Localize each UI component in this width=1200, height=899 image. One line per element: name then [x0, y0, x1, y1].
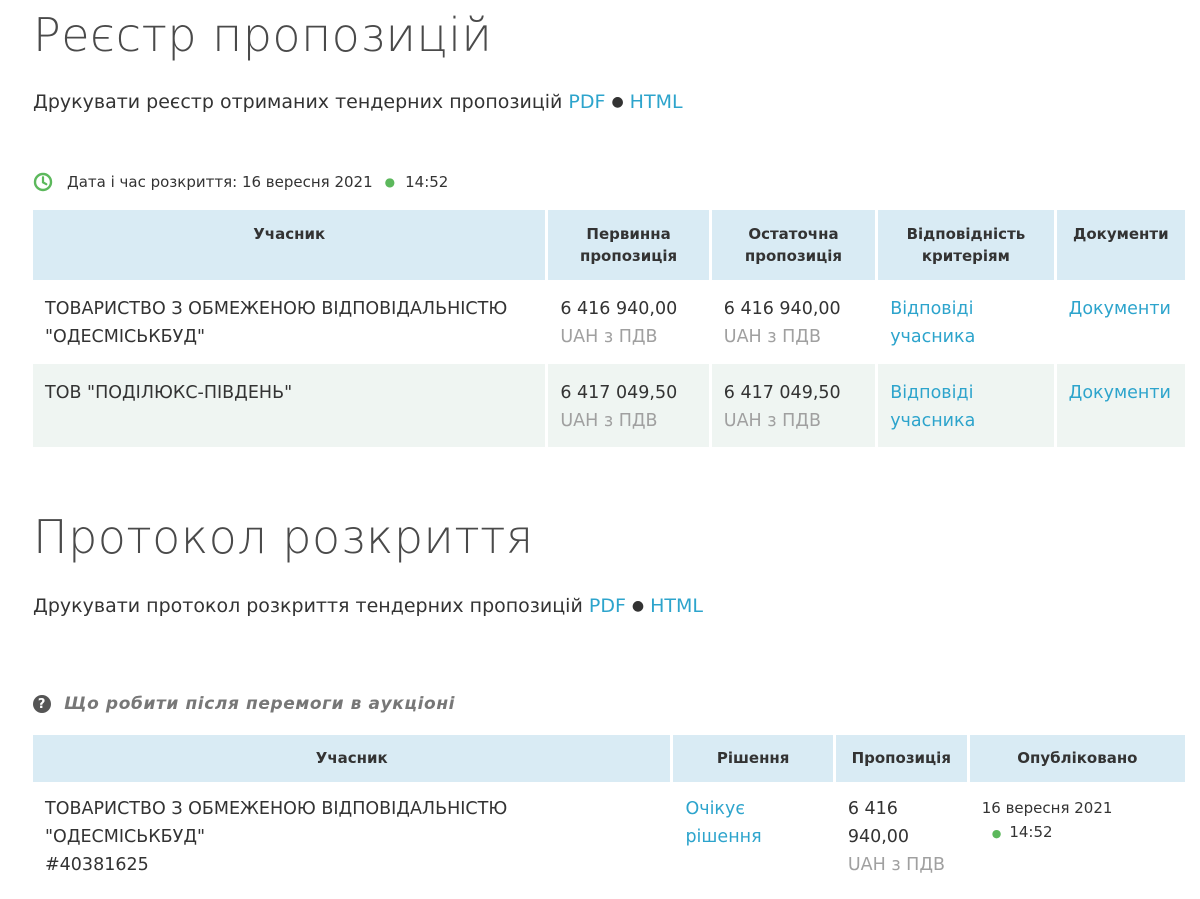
opening-time: 14:52 [405, 173, 449, 191]
header-criteria: Відповідність критеріям [878, 210, 1054, 280]
participant-name: ТОВАРИСТВО З ОБМЕЖЕНОЮ ВІДПОВІДАЛЬНІСТЮ … [45, 299, 508, 348]
participant-code: #40381625 [45, 855, 149, 876]
protocol-header-row: Учасник Рішення Пропозиція Опубліковано [33, 735, 1185, 782]
published-cell: 16 вересня 2021 ● 14:52 [970, 782, 1185, 892]
documents-cell: Документи [1056, 363, 1185, 448]
final-offer-unit: UAH з ПДВ [723, 411, 821, 432]
header-final-offer: Остаточна пропозиція [711, 210, 876, 280]
header-participant: Учасник [33, 735, 671, 782]
register-html-link[interactable]: HTML [630, 91, 683, 113]
register-print-line: Друкувати реєстр отриманих тендерних про… [33, 91, 683, 113]
protocol-title: Протокол розкриття [33, 510, 534, 564]
final-offer-value: 6 417 049,50 [723, 382, 841, 403]
green-dot: ● [384, 175, 396, 189]
header-published: Опубліковано [969, 735, 1185, 782]
published-time-line: ● 14:52 [982, 820, 1173, 844]
initial-offer-unit: UAH з ПДВ [560, 411, 658, 432]
protocol-html-link[interactable]: HTML [650, 595, 703, 617]
header-decision: Рішення [673, 735, 833, 782]
offer-cell: 6 416 940,00 UAH з ПДВ [836, 782, 967, 892]
participant-name: ТОВ "ПОДІЛЮКС-ПІВДЕНЬ" [33, 363, 546, 448]
initial-offer-cell: 6 416 940,00 UAH з ПДВ [548, 280, 708, 364]
header-offer: Пропозиція [835, 735, 967, 782]
participant-answers-link[interactable]: Відповіді учасника [890, 299, 975, 347]
register-title: Реєстр пропозицій [33, 8, 493, 62]
participant-cell: ТОВАРИСТВО З ОБМЕЖЕНОЮ ВІДПОВІДАЛЬНІСТЮ … [33, 782, 670, 892]
register-table: Учасник Первинна пропозиція Остаточна пр… [30, 210, 1188, 448]
table-row: ТОВАРИСТВО З ОБМЕЖЕНОЮ ВІДПОВІДАЛЬНІСТЮ … [33, 782, 1185, 892]
documents-cell: Документи [1057, 280, 1185, 364]
offer-unit: UAH з ПДВ [847, 855, 946, 876]
separator-dot: ● [631, 598, 645, 614]
participant-answers-link[interactable]: Відповіді учасника [890, 383, 975, 431]
register-print-text: Друкувати реєстр отриманих тендерних про… [33, 91, 563, 113]
register-pdf-link[interactable]: PDF [568, 91, 605, 113]
question-circle-icon: ? [33, 695, 51, 713]
protocol-pdf-link[interactable]: PDF [589, 595, 626, 617]
clock-icon [33, 172, 53, 192]
header-participant: Учасник [33, 210, 546, 280]
separator-dot: ● [611, 94, 624, 110]
decision-status-link[interactable]: Очікує рішення [685, 799, 761, 847]
green-dot: ● [991, 826, 1002, 840]
opening-date-label: Дата і час розкриття: 16 вересня 2021 [67, 173, 373, 191]
initial-offer-value: 6 417 049,50 [560, 382, 678, 403]
documents-link[interactable]: Документи [1069, 383, 1171, 403]
protocol-table: Учасник Рішення Пропозиція Опубліковано … [30, 735, 1188, 892]
participant-name: ТОВАРИСТВО З ОБМЕЖЕНОЮ ВІДПОВІДАЛЬНІСТЮ … [45, 798, 508, 848]
help-link[interactable]: ? Що робити після перемоги в аукціоні [33, 694, 455, 714]
opening-date: Дата і час розкриття: 16 вересня 2021 ● … [33, 172, 448, 192]
final-offer-unit: UAH з ПДВ [723, 327, 821, 348]
published-date: 16 вересня 2021 [981, 798, 1113, 817]
criteria-cell: Відповіді учасника [878, 363, 1054, 448]
table-row: ТОВ "ПОДІЛЮКС-ПІВДЕНЬ" 6 417 049,50 UAH … [33, 363, 1185, 448]
register-header-row: Учасник Первинна пропозиція Остаточна пр… [33, 210, 1185, 280]
header-initial-offer: Первинна пропозиція [548, 210, 709, 280]
criteria-cell: Відповіді учасника [878, 280, 1053, 364]
decision-cell: Очікує рішення [673, 782, 832, 892]
header-documents: Документи [1056, 210, 1185, 280]
final-offer-cell: 6 416 940,00 UAH з ПДВ [712, 280, 875, 364]
initial-offer-value: 6 416 940,00 [560, 299, 678, 319]
final-offer-value: 6 416 940,00 [723, 299, 841, 319]
published-time: 14:52 [1009, 822, 1053, 841]
protocol-print-line: Друкувати протокол розкриття тендерних п… [33, 595, 703, 617]
table-row: ТОВАРИСТВО З ОБМЕЖЕНОЮ ВІДПОВІДАЛЬНІСТЮ … [33, 280, 1185, 364]
documents-link[interactable]: Документи [1069, 299, 1171, 319]
offer-value-line2: 940,00 [847, 827, 910, 848]
initial-offer-unit: UAH з ПДВ [560, 327, 658, 348]
protocol-print-text: Друкувати протокол розкриття тендерних п… [33, 595, 583, 617]
initial-offer-cell: 6 417 049,50 UAH з ПДВ [548, 363, 709, 448]
offer-value-line1: 6 416 [847, 798, 898, 819]
final-offer-cell: 6 417 049,50 UAH з ПДВ [711, 363, 876, 448]
help-text[interactable]: Що робити після перемоги в аукціоні [64, 694, 455, 714]
